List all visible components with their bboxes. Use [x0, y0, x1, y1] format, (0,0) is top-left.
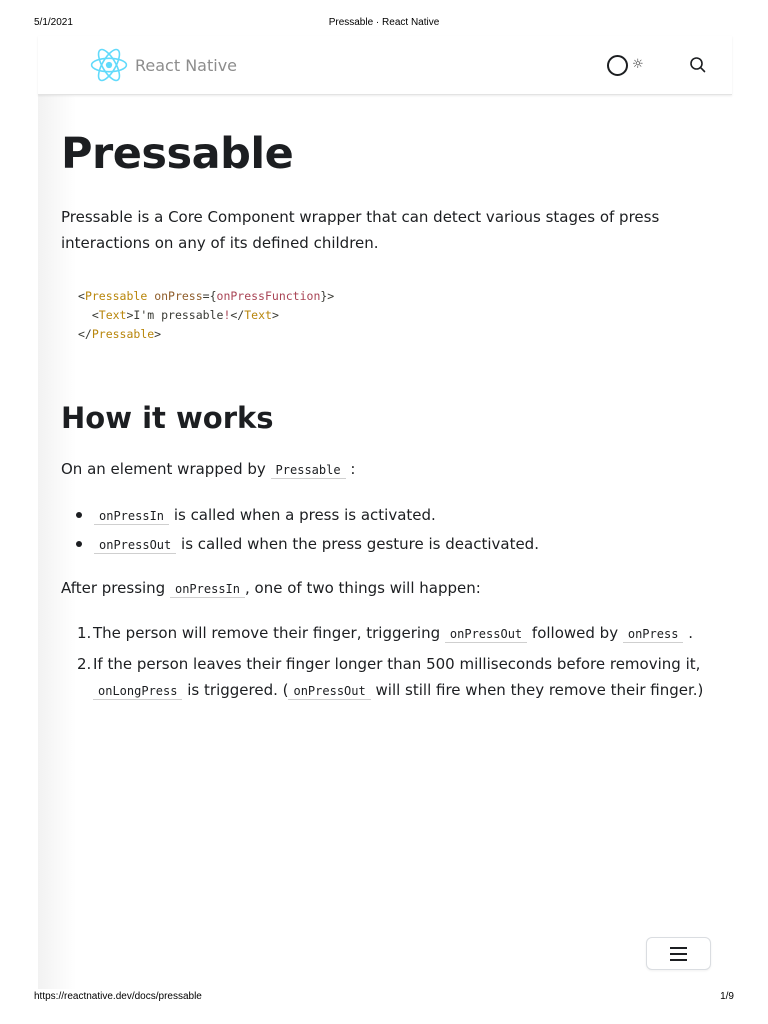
inline-code: onPressOut: [94, 537, 177, 554]
inline-code: Pressable: [270, 462, 346, 479]
hamburger-menu-icon: [670, 959, 687, 961]
hamburger-menu-icon: [670, 947, 687, 949]
code-line-3: </Pressable>: [78, 327, 162, 341]
inline-code: onPressOut: [288, 683, 371, 700]
list-item: 2. If the person leaves their finger lon…: [77, 655, 704, 700]
print-footer: https://reactnative.dev/docs/pressable 1…: [34, 991, 734, 1005]
search-icon: [690, 57, 706, 73]
search-button[interactable]: [688, 55, 708, 75]
section-heading: How it works: [61, 401, 274, 435]
brand-link[interactable]: React Native: [90, 48, 237, 82]
navbar: React Native ☼: [38, 36, 732, 95]
code-line-1: <Pressable onPress={onPressFunction}>: [78, 289, 335, 303]
after-paragraph: After pressing onPressIn, one of two thi…: [61, 579, 481, 598]
list-item: onPressIn is called when a press is acti…: [61, 502, 539, 531]
brand-name: React Native: [135, 55, 238, 75]
toggle-knob: [607, 55, 628, 76]
page-number: 1/9: [720, 991, 734, 1002]
print-title: Pressable · React Native: [328, 17, 440, 28]
inline-code: onPressOut: [444, 626, 528, 643]
code-block: <Pressable onPress={onPressFunction}> <T…: [61, 287, 701, 344]
wrapped-paragraph: On an element wrapped by Pressable :: [61, 460, 356, 479]
theme-toggle[interactable]: ☼: [607, 55, 649, 77]
code-line-2: <Text>I'm pressable!</Text>: [78, 308, 279, 322]
menu-button[interactable]: [646, 937, 711, 970]
sun-icon: ☼: [632, 57, 644, 72]
hamburger-menu-icon: [670, 953, 687, 955]
intro-paragraph: Pressable is a Core Component wrapper th…: [61, 208, 660, 252]
page-title: Pressable: [61, 129, 294, 179]
event-list: onPressIn is called when a press is acti…: [61, 502, 539, 560]
print-url: https://reactnative.dev/docs/pressable: [34, 991, 202, 1002]
inline-code: onPressIn: [169, 581, 246, 598]
inline-code: onPress: [622, 626, 684, 643]
list-item: 1. The person will remove their finger, …: [77, 624, 693, 643]
steps-list: 1. The person will remove their finger, …: [61, 620, 703, 704]
inline-code: onPressIn: [94, 508, 170, 525]
print-header: 5/1/2021 Pressable · React Native: [34, 17, 734, 31]
inline-code: onLongPress: [93, 683, 183, 700]
list-item: onPressOut is called when the press gest…: [61, 531, 539, 560]
react-atom-icon: [90, 48, 128, 82]
